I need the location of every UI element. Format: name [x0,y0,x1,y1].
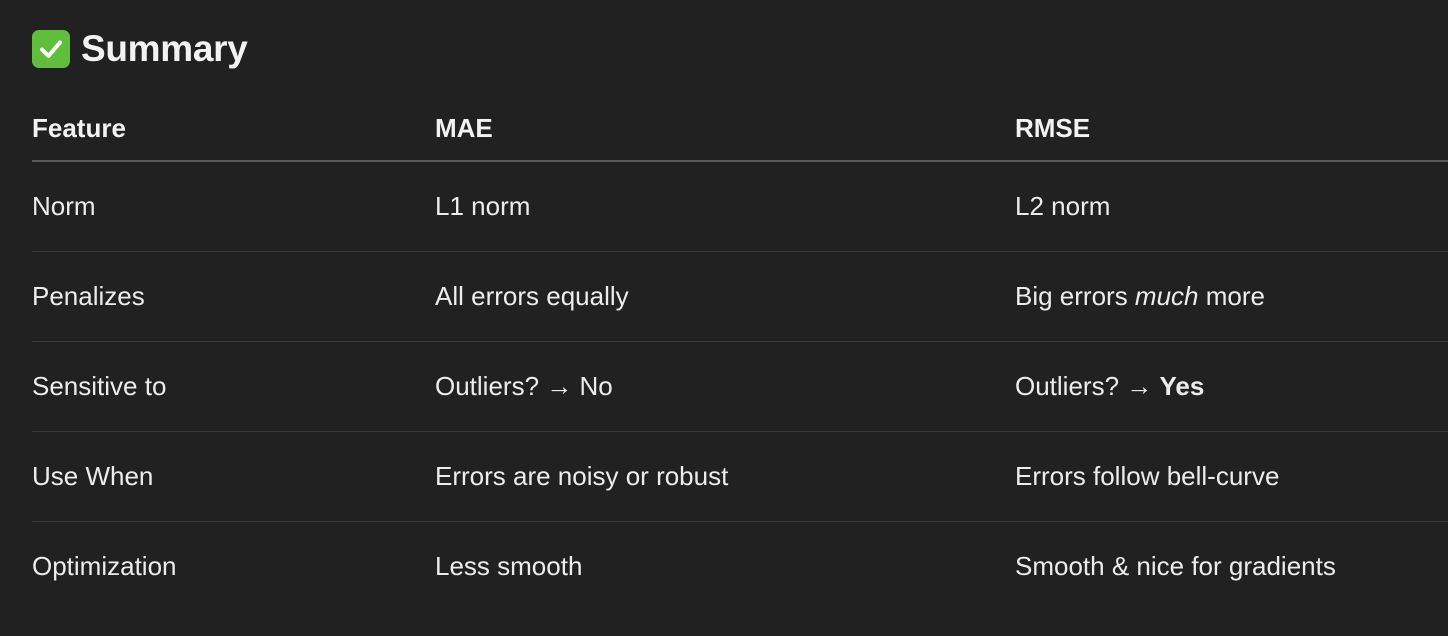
column-header-feature: Feature [32,96,435,162]
rmse-cell: Outliers? → Yes [1015,341,1448,432]
rmse-text: more [1198,281,1265,311]
column-header-mae: MAE [435,96,1015,162]
mae-cell: Errors are noisy or robust [435,431,1015,522]
comparison-table: Feature MAE RMSE Norm L1 norm L2 norm Pe… [32,96,1448,611]
table-row: Use When Errors are noisy or robust Erro… [32,431,1448,522]
column-header-rmse: RMSE [1015,96,1448,162]
check-mark-button-icon [32,30,70,68]
rmse-cell: Big errors much more [1015,251,1448,342]
table-row: Sensitive to Outliers? → No Outliers? → … [32,341,1448,432]
emphasis-text: much [1134,281,1199,311]
rmse-text: Big errors [1015,281,1135,311]
rmse-cell: Errors follow bell-curve [1015,431,1448,522]
rmse-text: Outliers? → [1015,371,1160,401]
mae-cell: Less smooth [435,551,583,581]
section-title: Summary [81,28,248,69]
mae-cell: All errors equally [435,251,1015,342]
table-row: Norm L1 norm L2 norm [32,161,1448,252]
feature-cell: Sensitive to [32,341,435,432]
rmse-cell: Smooth & nice for gradients [1015,551,1336,581]
table-row: Optimization Less smooth Smooth & nice f… [32,522,1448,612]
rmse-cell: L2 norm [1015,161,1448,252]
table-header-row: Feature MAE RMSE [32,96,1448,162]
bold-text: Yes [1159,371,1205,401]
mae-cell: L1 norm [435,161,1015,252]
feature-cell: Use When [32,431,435,522]
mae-cell: Outliers? → No [435,341,1015,432]
feature-cell: Norm [32,161,435,252]
section-heading: Summary [32,26,248,72]
feature-cell: Optimization [32,551,177,581]
feature-cell: Penalizes [32,251,435,342]
table-row: Penalizes All errors equally Big errors … [32,251,1448,342]
